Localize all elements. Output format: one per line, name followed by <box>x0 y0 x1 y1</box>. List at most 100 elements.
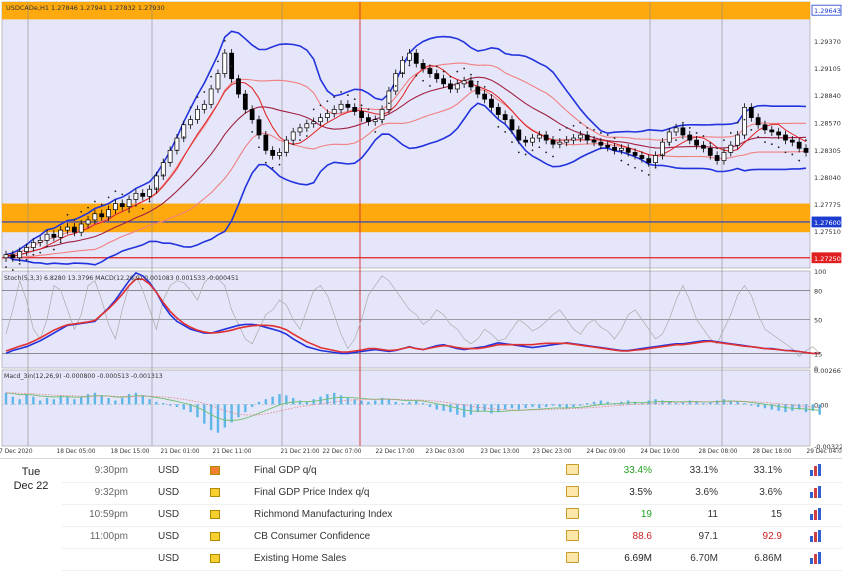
candle <box>24 248 28 252</box>
sar-dot <box>538 146 540 148</box>
price-chart[interactable]: 1.296431.293701.291051.288401.285701.283… <box>0 0 842 458</box>
candle <box>708 148 712 155</box>
impact-flag-icon <box>210 466 220 475</box>
sar-dot <box>87 207 89 209</box>
price-tick-label: 1.28040 <box>814 174 841 182</box>
detail-folder-icon[interactable] <box>566 508 579 519</box>
macd-header: Macd_3in(12,26,9) -0.000800 -0.000513 -0… <box>4 373 163 380</box>
macd-tick-label: 0.002667 <box>814 367 842 375</box>
calendar-event-row[interactable]: 9:32pmUSDFinal GDP Price Index q/q3.5%3.… <box>62 482 842 505</box>
macd-bar <box>511 404 513 408</box>
macd-bar <box>531 404 533 407</box>
candle <box>558 142 562 144</box>
calendar-event-row[interactable]: 10:59pmUSDRichmond Manufacturing Index19… <box>62 504 842 527</box>
candle <box>134 193 138 199</box>
sar-dot <box>477 81 479 83</box>
macd-bar <box>422 403 424 404</box>
macd-bar <box>5 393 7 405</box>
chart-bars-icon[interactable] <box>810 508 822 520</box>
candle <box>763 125 767 130</box>
calendar-event-row[interactable]: 11:00pmUSDCB Consumer Confidence88.697.1… <box>62 526 842 549</box>
sar-dot <box>60 242 62 244</box>
candle <box>113 204 117 210</box>
sar-dot <box>402 72 404 74</box>
chart-bars-icon[interactable] <box>810 464 822 476</box>
calendar-day-date: Dec 22 <box>0 479 62 493</box>
candle <box>373 120 377 122</box>
time-tick-label: 22 Dec 07:00 <box>323 449 362 455</box>
macd-bar <box>312 399 314 404</box>
sar-dot <box>149 201 151 203</box>
sar-dot <box>26 259 28 261</box>
macd-bar <box>162 403 164 404</box>
chart-bars-icon[interactable] <box>810 530 822 542</box>
time-tick-label: 28 Dec 18:00 <box>753 449 792 455</box>
candle <box>11 255 15 258</box>
macd-bar <box>784 404 786 412</box>
event-previous: 6.86M <box>722 553 782 564</box>
macd-bar <box>600 401 602 405</box>
candle <box>202 104 206 109</box>
candle <box>633 152 637 155</box>
sar-dot <box>689 127 691 129</box>
candle <box>777 132 781 135</box>
event-name: Richmond Manufacturing Index <box>254 509 392 520</box>
calendar-event-row[interactable]: USDExisting Home Sales6.69M6.70M6.86M <box>62 548 842 571</box>
sar-dot <box>422 80 424 82</box>
calendar-event-row[interactable]: 9:30pmUSDFinal GDP q/q33.4%33.1%33.1% <box>62 460 842 483</box>
sar-dot <box>251 131 253 133</box>
sar-dot <box>634 167 636 169</box>
impact-flag-icon <box>210 510 220 519</box>
macd-bar <box>340 395 342 404</box>
candle <box>722 152 726 160</box>
symbol-header: USDCADe,H1 1.27846 1.27941 1.27832 1.279… <box>6 4 165 12</box>
macd-bar <box>757 404 759 407</box>
macd-bar <box>148 399 150 404</box>
sar-dot <box>128 211 130 213</box>
candle <box>592 140 596 142</box>
sar-dot <box>764 141 766 143</box>
sar-dot <box>655 167 657 169</box>
candle <box>38 240 42 242</box>
time-tick-label: 18 Dec 05:00 <box>57 449 96 455</box>
macd-bar <box>183 404 185 409</box>
macd-bar <box>518 404 520 409</box>
macd-bar <box>196 404 198 417</box>
sar-dot <box>101 204 103 206</box>
candle <box>332 109 336 113</box>
candle <box>305 124 309 128</box>
sar-dot <box>190 106 192 108</box>
macd-bar <box>456 404 458 414</box>
chart-bars-icon[interactable] <box>810 552 822 564</box>
chart-bars-icon[interactable] <box>810 486 822 498</box>
candle <box>790 140 794 142</box>
detail-folder-icon[interactable] <box>566 486 579 497</box>
candle <box>681 128 685 135</box>
detail-folder-icon[interactable] <box>566 464 579 475</box>
chart-canvas[interactable]: 1.296431.293701.291051.288401.285701.283… <box>0 0 842 458</box>
detail-folder-icon[interactable] <box>566 530 579 541</box>
sar-dot <box>361 104 363 106</box>
sar-dot <box>203 91 205 93</box>
candle <box>606 145 610 147</box>
stoch-tick-label: 50 <box>814 317 822 325</box>
sar-dot <box>532 149 534 151</box>
candle <box>537 135 541 138</box>
macd-bar <box>251 404 253 407</box>
candle <box>318 118 322 122</box>
candle <box>489 99 493 107</box>
candle <box>428 69 432 74</box>
sar-dot <box>258 146 260 148</box>
sar-dot <box>463 68 465 70</box>
candle <box>277 152 281 155</box>
detail-folder-icon[interactable] <box>566 552 579 563</box>
macd-bar <box>805 404 807 412</box>
price-tick-label: 1.28305 <box>814 147 841 155</box>
time-tick-label: 17 Dec 2020 <box>0 449 33 455</box>
sar-dot <box>19 263 21 265</box>
sar-dot <box>586 127 588 129</box>
sar-dot <box>121 193 123 195</box>
macd-bar <box>53 399 55 404</box>
macd-bar <box>210 404 212 430</box>
sar-dot <box>696 132 698 134</box>
